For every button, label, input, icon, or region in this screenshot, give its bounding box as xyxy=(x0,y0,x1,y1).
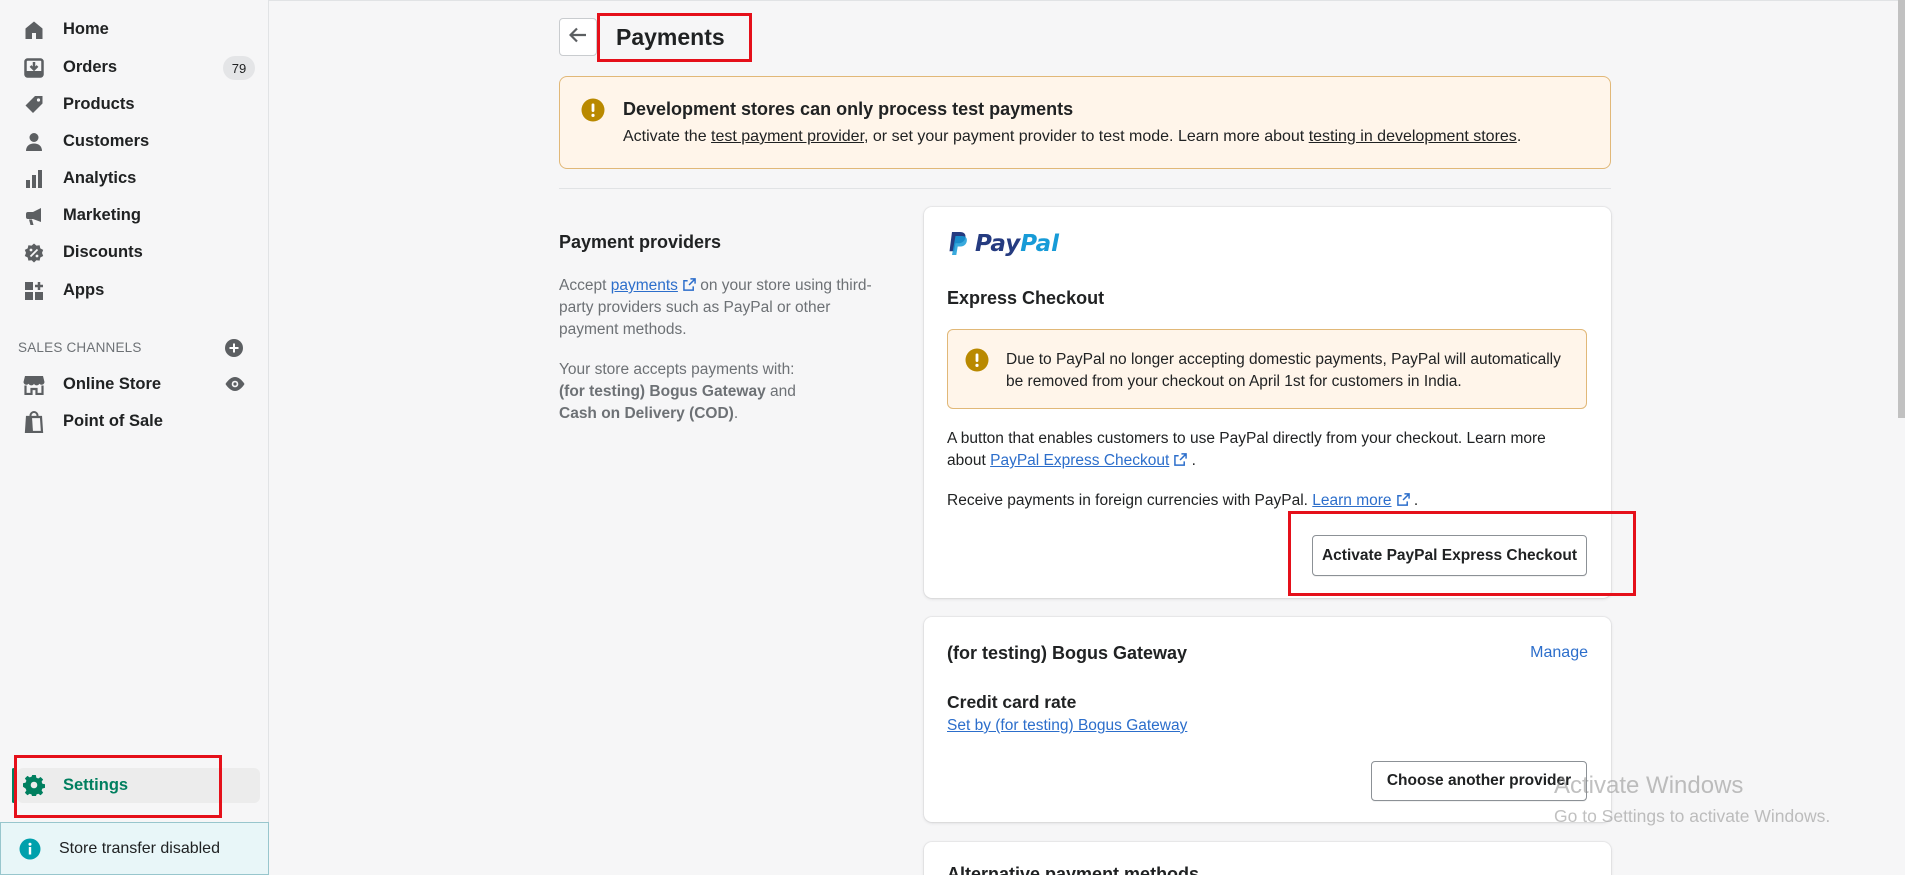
paypal-wordmark: PayPal xyxy=(975,231,1059,257)
alternative-payments-title: Alternative payment methods xyxy=(947,864,1200,875)
top-divider xyxy=(0,0,1905,1)
bar-chart-icon xyxy=(23,168,45,190)
manage-link[interactable]: Manage xyxy=(1530,644,1588,662)
apps-icon xyxy=(23,280,45,302)
sidebar-item-settings[interactable]: Settings xyxy=(17,768,260,803)
desc-text: . xyxy=(1187,452,1196,469)
testing-dev-stores-link[interactable]: testing in development stores xyxy=(1309,128,1517,145)
test-payment-provider-link[interactable]: test payment provider xyxy=(711,128,864,145)
accepted-payments-description: Your store accepts payments with: (for te… xyxy=(559,359,879,425)
sidebar-item-discounts[interactable]: Discounts xyxy=(0,234,269,271)
paypal-foreign-currency-text: Receive payments in foreign currencies w… xyxy=(947,490,1587,512)
home-icon xyxy=(23,19,45,41)
sidebar-item-label: Settings xyxy=(63,776,129,794)
desc-text: Receive payments in foreign currencies w… xyxy=(947,492,1313,509)
windows-watermark-title: Activate Windows xyxy=(1554,772,1744,799)
warning-icon xyxy=(581,98,605,122)
payment-providers-title: Payment providers xyxy=(559,232,722,252)
page-title: Payments xyxy=(616,24,725,50)
sidebar-item-orders[interactable]: Orders 79 xyxy=(0,49,269,86)
back-button[interactable] xyxy=(559,18,597,56)
desc-text: Accept xyxy=(559,277,611,294)
banner-title: Development stores can only process test… xyxy=(623,99,1074,119)
page-scrollbar[interactable] xyxy=(1898,0,1905,418)
megaphone-icon xyxy=(23,205,45,227)
external-link-icon xyxy=(1174,453,1188,466)
credit-card-rate-title: Credit card rate xyxy=(947,692,1077,712)
warning-text: Due to PayPal no longer accepting domest… xyxy=(1006,351,1561,390)
sidebar-item-label: Home xyxy=(63,20,109,38)
activate-paypal-button[interactable]: Activate PayPal Express Checkout xyxy=(1312,535,1587,576)
arrow-left-icon xyxy=(568,27,587,47)
sidebar-item-label: Products xyxy=(63,95,135,113)
sidebar-item-products[interactable]: Products xyxy=(0,86,269,123)
paypal-description: A button that enables customers to use P… xyxy=(947,428,1587,472)
sales-channels-header: SALES CHANNELS xyxy=(18,340,142,355)
external-link-icon xyxy=(683,278,696,291)
sidebar-item-label: Orders xyxy=(63,58,118,76)
sidebar-item-home[interactable]: Home xyxy=(0,11,269,48)
paypal-wordmark-dark: Pay xyxy=(975,231,1021,257)
sidebar-item-label: Marketing xyxy=(63,206,141,224)
sidebar-item-label: Point of Sale xyxy=(63,412,163,430)
sidebar-item-label: Customers xyxy=(63,132,150,150)
section-divider xyxy=(559,188,1611,189)
learn-more-link[interactable]: Learn more xyxy=(1312,492,1391,509)
sidebar-item-point-of-sale[interactable]: Point of Sale xyxy=(0,403,269,440)
banner-text: , or set your payment provider to test m… xyxy=(864,128,1309,145)
accepted-method-1: (for testing) Bogus Gateway xyxy=(559,383,766,400)
windows-watermark-subtitle: Go to Settings to activate Windows. xyxy=(1554,806,1831,826)
orders-icon xyxy=(23,57,45,79)
express-checkout-title: Express Checkout xyxy=(947,288,1105,308)
orders-count-badge: 79 xyxy=(223,56,255,80)
store-icon xyxy=(23,374,45,396)
sidebar-item-marketing[interactable]: Marketing xyxy=(0,197,269,234)
banner-body: Activate the test payment provider, or s… xyxy=(623,128,1521,146)
sidebar: Home Orders 79 Products Customers Analyt… xyxy=(0,0,269,875)
payment-providers-description: Accept payments on your store using thir… xyxy=(559,275,879,341)
alternative-payments-card: Alternative payment methods xyxy=(924,842,1611,875)
rate-source-link[interactable]: Set by (for testing) Bogus Gateway xyxy=(947,717,1187,735)
sidebar-item-label: Discounts xyxy=(63,243,143,261)
external-link-icon xyxy=(1396,493,1410,506)
store-transfer-banner: Store transfer disabled xyxy=(0,822,269,875)
desc-text: . xyxy=(1409,492,1419,509)
desc-text: and xyxy=(765,383,796,400)
desc-text: Your store accepts payments with: xyxy=(559,361,795,378)
paypal-card: PayPal Express Checkout Due to PayPal no… xyxy=(924,207,1611,598)
bogus-gateway-title: (for testing) Bogus Gateway xyxy=(947,643,1188,663)
sidebar-item-apps[interactable]: Apps xyxy=(0,272,269,309)
sidebar-item-label: Analytics xyxy=(63,169,137,187)
info-icon xyxy=(19,838,41,860)
paypal-logo: PayPal xyxy=(947,229,1059,259)
person-icon xyxy=(23,131,45,153)
discount-icon xyxy=(23,242,45,264)
paypal-india-warning: Due to PayPal no longer accepting domest… xyxy=(947,329,1587,409)
sidebar-item-label: Apps xyxy=(63,281,105,299)
sidebar-item-customers[interactable]: Customers xyxy=(0,123,269,160)
paypal-express-checkout-link[interactable]: PayPal Express Checkout xyxy=(990,452,1169,469)
store-transfer-text: Store transfer disabled xyxy=(59,839,220,857)
add-sales-channel-icon[interactable] xyxy=(224,338,244,358)
payments-link[interactable]: payments xyxy=(611,277,678,294)
sidebar-item-label: Online Store xyxy=(63,375,162,393)
banner-text: . xyxy=(1516,128,1522,145)
bogus-gateway-card: (for testing) Bogus Gateway Manage Credi… xyxy=(924,617,1611,822)
sidebar-item-analytics[interactable]: Analytics xyxy=(0,160,269,197)
active-indicator xyxy=(12,768,15,803)
warning-icon xyxy=(965,348,989,372)
accepted-method-2: Cash on Delivery (COD) xyxy=(559,405,734,422)
paypal-wordmark-light: Pal xyxy=(1020,231,1059,257)
dev-store-warning-banner: Development stores can only process test… xyxy=(559,76,1611,169)
eye-icon[interactable] xyxy=(224,376,246,392)
gear-icon xyxy=(23,774,45,797)
paypal-p-icon xyxy=(949,232,967,255)
shopping-bag-icon xyxy=(23,410,45,433)
banner-text: Activate the xyxy=(623,128,712,145)
tag-icon xyxy=(23,94,45,116)
desc-text: . xyxy=(733,405,739,422)
